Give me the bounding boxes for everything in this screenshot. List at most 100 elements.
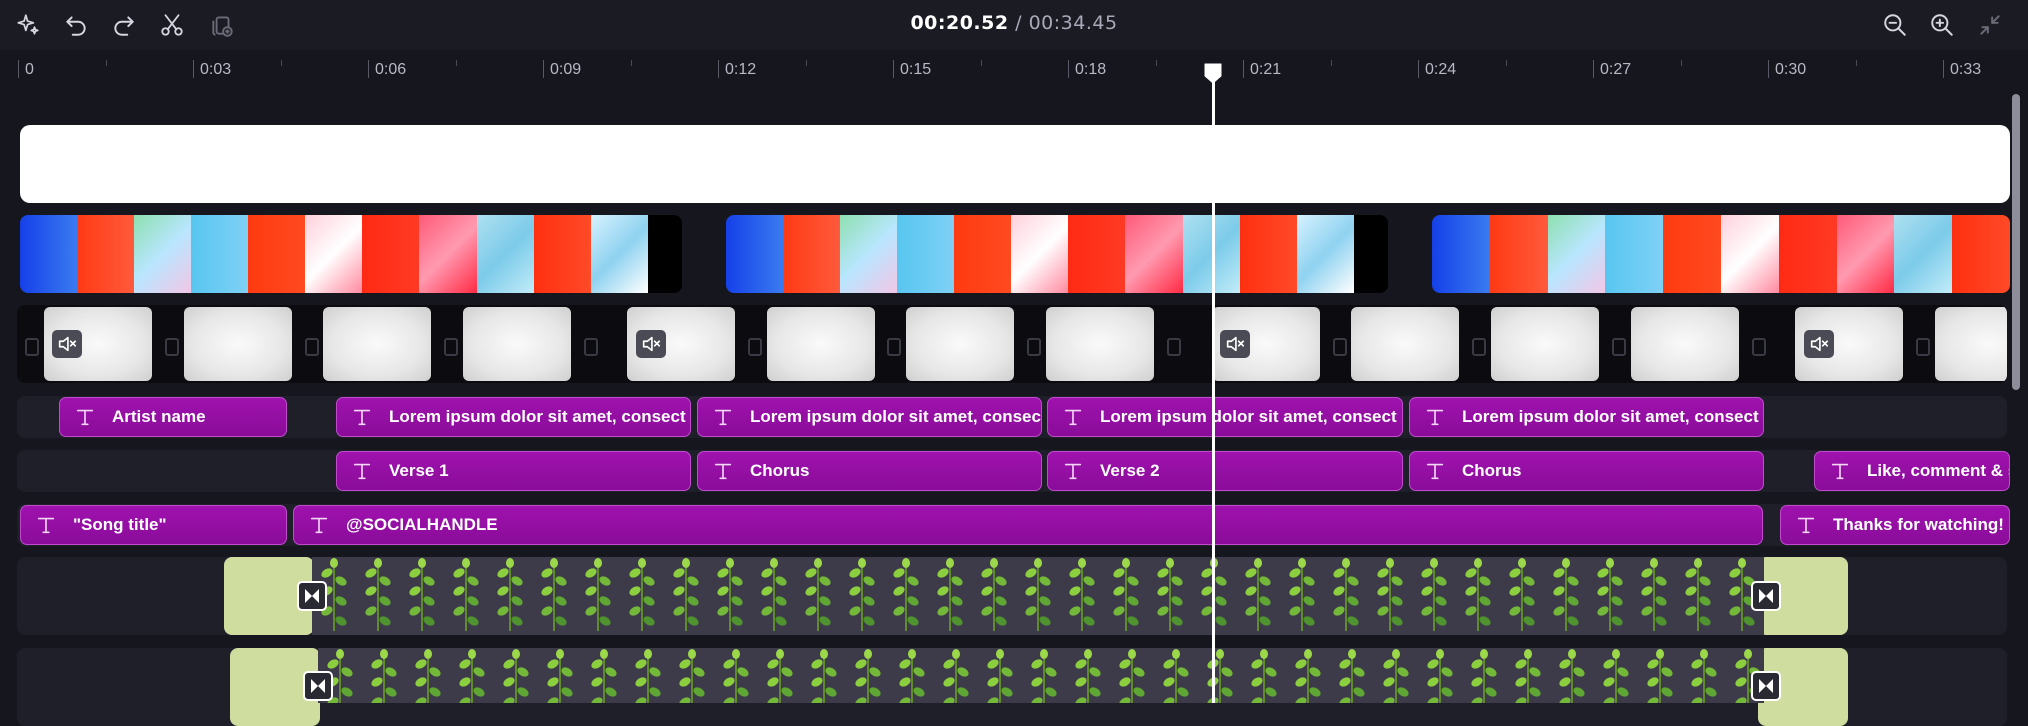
video-frame-thumbnail bbox=[1046, 307, 1154, 381]
muted-speaker-icon[interactable] bbox=[1220, 330, 1250, 358]
timeline-toolbar: 00:20.52 / 00:34.45 bbox=[0, 0, 2028, 50]
text-type-icon bbox=[37, 517, 55, 534]
text-type-icon bbox=[1426, 409, 1444, 426]
text-type-icon bbox=[353, 409, 371, 426]
frame-divider bbox=[444, 338, 458, 356]
frame-divider bbox=[1472, 338, 1486, 356]
frame-divider bbox=[25, 338, 39, 356]
ruler-tick bbox=[543, 60, 544, 78]
text-clip-chorus[interactable]: Chorus bbox=[1409, 451, 1764, 491]
playhead-line[interactable] bbox=[1212, 70, 1215, 703]
text-clip-chorus[interactable]: Chorus bbox=[697, 451, 1042, 491]
ruler-tick bbox=[1068, 60, 1069, 78]
frame-divider bbox=[165, 338, 179, 356]
text-type-icon bbox=[1797, 517, 1815, 534]
text-clip-lyrics[interactable]: Lorem ipsum dolor sit amet, consect bbox=[336, 397, 691, 437]
frame-divider bbox=[748, 338, 762, 356]
color-video-clip[interactable] bbox=[20, 215, 682, 293]
frame-divider bbox=[887, 338, 901, 356]
text-clip-verse-1[interactable]: Verse 1 bbox=[336, 451, 691, 491]
muted-speaker-icon[interactable] bbox=[636, 330, 666, 358]
ruler-minor-tick bbox=[1856, 60, 1857, 66]
frame-divider bbox=[584, 338, 598, 356]
text-type-icon bbox=[353, 463, 371, 480]
text-clip-like-comment[interactable]: Like, comment & s bbox=[1814, 451, 2010, 491]
vertical-scrollbar[interactable] bbox=[2012, 94, 2020, 390]
video-frame-thumbnail bbox=[323, 307, 431, 381]
video-frame-thumbnail bbox=[1935, 307, 2007, 381]
frame-divider bbox=[1916, 338, 1930, 356]
ruler-label: 0:33 bbox=[1950, 61, 1982, 78]
ruler-minor-tick bbox=[1506, 60, 1507, 66]
ruler-tick bbox=[193, 60, 194, 78]
ruler-minor-tick bbox=[631, 60, 632, 66]
color-video-clip[interactable] bbox=[726, 215, 1388, 293]
text-clip-verse-2[interactable]: Verse 2 bbox=[1047, 451, 1403, 491]
text-clip-label: Like, comment & s bbox=[1867, 461, 2010, 480]
text-clip-label: Artist name bbox=[112, 407, 206, 426]
ruler-tick bbox=[1243, 60, 1244, 78]
frame-divider bbox=[305, 338, 319, 356]
ruler-tick bbox=[1418, 60, 1419, 78]
text-type-icon bbox=[310, 517, 328, 534]
muted-speaker-icon[interactable] bbox=[1804, 330, 1834, 358]
text-type-icon bbox=[1426, 463, 1444, 480]
leaf-overlay-clip[interactable] bbox=[318, 648, 1764, 703]
transition-icon[interactable] bbox=[297, 581, 327, 611]
ruler-label: 0:18 bbox=[1075, 61, 1107, 78]
text-type-icon bbox=[1831, 463, 1849, 480]
muted-video-track[interactable] bbox=[17, 305, 2007, 383]
video-frame-thumbnail bbox=[1351, 307, 1459, 381]
frame-divider bbox=[1612, 338, 1626, 356]
ruler-minor-tick bbox=[1156, 60, 1157, 66]
text-clip-lyrics[interactable]: Lorem ipsum dolor sit amet, consec bbox=[697, 397, 1042, 437]
white-background-clip[interactable] bbox=[20, 125, 2010, 203]
text-clip-label: Lorem ipsum dolor sit amet, consect bbox=[389, 407, 686, 426]
ruler-label: 0:30 bbox=[1775, 61, 1807, 78]
text-clip-social-handle[interactable]: @SOCIALHANDLE bbox=[293, 505, 1763, 545]
ruler-tick bbox=[368, 60, 369, 78]
ruler-tick bbox=[1593, 60, 1594, 78]
text-clip-lyrics[interactable]: Lorem ipsum dolor sit amet, consect bbox=[1047, 397, 1403, 437]
ruler-minor-tick bbox=[1331, 60, 1332, 66]
text-clip-label: Verse 1 bbox=[389, 461, 449, 480]
text-clip-label: "Song title" bbox=[73, 515, 167, 534]
transition-icon[interactable] bbox=[1751, 581, 1781, 611]
fit-to-screen-icon[interactable] bbox=[1972, 9, 2008, 41]
text-clip-label: Chorus bbox=[1462, 461, 1522, 480]
zoom-in-icon[interactable] bbox=[1924, 9, 1960, 41]
total-time: 00:34.45 bbox=[1028, 12, 1118, 34]
text-type-icon bbox=[714, 463, 732, 480]
time-display: 00:20.52 / 00:34.45 bbox=[0, 12, 2028, 34]
text-clip-label: Lorem ipsum dolor sit amet, consect bbox=[1462, 407, 1759, 426]
text-clip-label: Lorem ipsum dolor sit amet, consect bbox=[1100, 407, 1397, 426]
ruler-tick bbox=[893, 60, 894, 78]
transition-icon[interactable] bbox=[303, 671, 333, 701]
text-clip-thanks[interactable]: Thanks for watching! bbox=[1780, 505, 2010, 545]
muted-speaker-icon[interactable] bbox=[52, 330, 82, 358]
frame-divider bbox=[1752, 338, 1766, 356]
ruler-label: 0:03 bbox=[200, 61, 232, 78]
color-video-clip[interactable] bbox=[1432, 215, 2010, 293]
text-clip-lyrics[interactable]: Lorem ipsum dolor sit amet, consect bbox=[1409, 397, 1764, 437]
transition-icon[interactable] bbox=[1751, 671, 1781, 701]
video-frame-thumbnail bbox=[1631, 307, 1739, 381]
ruler-tick bbox=[1943, 60, 1944, 78]
ruler-tick bbox=[18, 60, 19, 78]
text-type-icon bbox=[714, 409, 732, 426]
video-frame-thumbnail bbox=[1491, 307, 1599, 381]
frame-divider bbox=[1333, 338, 1347, 356]
ruler-label: 0:06 bbox=[375, 61, 407, 78]
ruler-tick bbox=[718, 60, 719, 78]
text-clip-label: Lorem ipsum dolor sit amet, consec bbox=[750, 407, 1041, 426]
leaf-overlay-clip[interactable] bbox=[312, 557, 1764, 635]
text-clip-artist-name[interactable]: Artist name bbox=[59, 397, 287, 437]
ruler-label: 0:15 bbox=[900, 61, 932, 78]
time-ruler[interactable]: 0 0:03 0:06 0:09 0:12 0:15 0:18 0:21 0:2… bbox=[0, 52, 2028, 86]
playhead-handle-icon[interactable] bbox=[1203, 62, 1223, 84]
video-frame-thumbnail bbox=[767, 307, 875, 381]
text-clip-song-title[interactable]: "Song title" bbox=[20, 505, 287, 545]
text-type-icon bbox=[1064, 409, 1082, 426]
zoom-out-icon[interactable] bbox=[1877, 9, 1913, 41]
current-time: 00:20.52 bbox=[910, 12, 1009, 34]
